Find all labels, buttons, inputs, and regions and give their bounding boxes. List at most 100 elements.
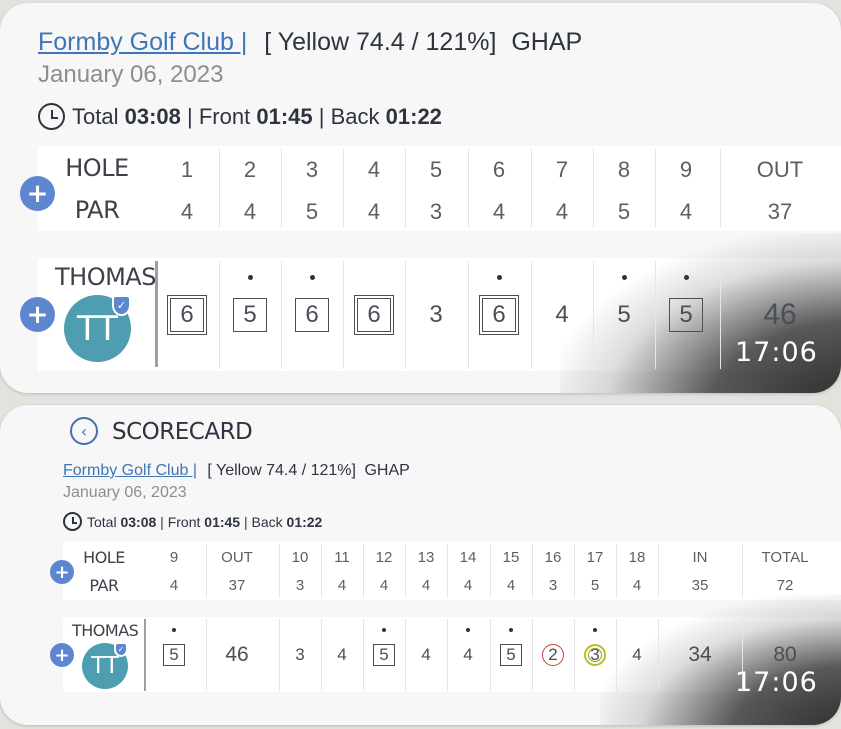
hole-number: 10: [291, 548, 309, 566]
hole-score[interactable]: 4: [626, 644, 648, 666]
hole-par: 4: [379, 576, 389, 594]
column-divider: [655, 261, 656, 369]
hole-score[interactable]: 3: [289, 644, 311, 666]
ghap-label-small: GHAP: [364, 462, 410, 479]
column-divider: [531, 261, 532, 369]
hole-score[interactable]: 4: [457, 644, 479, 666]
course-link-small[interactable]: Formby Golf Club |: [63, 462, 197, 479]
column-divider: [593, 261, 594, 369]
hole-score[interactable]: 5: [500, 644, 522, 666]
hole-par: 4: [506, 576, 516, 594]
column-divider: [321, 619, 322, 691]
hole-par: 3: [548, 576, 558, 594]
front-label: Front: [167, 513, 201, 530]
round-date-small: January 06, 2023: [63, 484, 187, 501]
total-score[interactable]: 46: [763, 298, 797, 332]
hole-score[interactable]: 5: [373, 644, 395, 666]
hole-score[interactable]: 6: [295, 298, 329, 332]
hole-score[interactable]: 3: [584, 644, 606, 666]
hole-score[interactable]: 6: [354, 295, 394, 335]
column-divider: [655, 148, 656, 228]
hole-number: IN: [692, 548, 708, 566]
column-divider: [447, 619, 448, 691]
hole-par: 4: [632, 576, 642, 594]
hole-number: 13: [417, 548, 435, 566]
hole-par: 4: [492, 199, 506, 224]
column-divider: [742, 544, 743, 598]
hole-number: 16: [544, 548, 562, 566]
add-hole-button[interactable]: +: [20, 176, 55, 211]
hole-score[interactable]: 5: [163, 644, 185, 666]
stroke-dot: [496, 275, 502, 280]
round-date: January 06, 2023: [38, 61, 224, 88]
column-divider: [490, 619, 491, 691]
stroke-dot: [247, 275, 253, 280]
total-label: Total: [87, 513, 117, 530]
clock-icon: [38, 103, 65, 130]
column-divider: [343, 148, 344, 228]
hole-score[interactable]: 5: [607, 298, 641, 332]
stroke-dot: [593, 628, 597, 632]
hole-score[interactable]: 2: [542, 644, 564, 666]
hole-number: 7: [555, 157, 569, 182]
round-times: Total 03:08 | Front 01:45 | Back 01:22: [38, 103, 442, 130]
hole-par: 37: [767, 199, 793, 224]
hole-number: 2: [243, 157, 257, 182]
add-player-button[interactable]: +: [50, 643, 74, 667]
column-divider: [531, 148, 532, 228]
ghap-label: GHAP: [511, 28, 583, 56]
column-divider: [279, 619, 280, 691]
column-divider: [206, 544, 207, 598]
course-link[interactable]: Formby Golf Club |: [38, 28, 247, 56]
hole-score[interactable]: 5: [233, 298, 267, 332]
timestamp-overlay: 17:06: [735, 337, 818, 368]
hole-score[interactable]: 4: [545, 298, 579, 332]
column-divider: [279, 544, 280, 598]
hole-par: 35: [691, 576, 709, 594]
column-divider: [219, 148, 220, 228]
hole-score[interactable]: 3: [419, 298, 453, 332]
front-time: 01:45: [256, 103, 313, 129]
round-times-small: Total 03:08 | Front 01:45 | Back 01:22: [63, 512, 322, 531]
total-score[interactable]: 34: [688, 643, 711, 666]
column-divider: [532, 544, 533, 598]
total-time: 03:08: [120, 513, 157, 530]
stroke-dot: [172, 628, 176, 632]
total-score[interactable]: 80: [773, 643, 796, 666]
hole-number: 5: [429, 157, 443, 182]
back-time: 01:22: [385, 103, 442, 129]
back-time: 01:22: [286, 513, 323, 530]
separator: |: [160, 513, 164, 530]
hole-number: 14: [459, 548, 477, 566]
scorecard-front-screenshot: Formby Golf Club | [ Yellow 74.4 / 121%]…: [0, 3, 841, 393]
hole-label: HOLE: [83, 547, 125, 567]
front-label: Front: [198, 103, 251, 129]
add-hole-button[interactable]: +: [50, 560, 74, 584]
clock-icon: [63, 512, 82, 531]
column-divider: [532, 619, 533, 691]
column-divider: [658, 544, 659, 598]
total-time: 03:08: [124, 103, 181, 129]
hole-score[interactable]: 4: [331, 644, 353, 666]
total-score[interactable]: 46: [225, 643, 248, 666]
column-divider: [593, 148, 594, 228]
par-label: PAR: [89, 575, 119, 595]
column-divider: [658, 619, 659, 691]
hole-score[interactable]: 4: [415, 644, 437, 666]
front-time: 01:45: [204, 513, 241, 530]
column-divider: [742, 619, 743, 691]
hole-score[interactable]: 6: [167, 295, 207, 335]
total-label: Total: [72, 103, 119, 129]
hole-par: 4: [463, 576, 473, 594]
back-chevron-icon[interactable]: ‹: [70, 417, 98, 445]
hole-score[interactable]: 5: [669, 298, 703, 332]
hole-score[interactable]: 6: [479, 295, 519, 335]
column-divider: [321, 544, 322, 598]
column-divider: [447, 544, 448, 598]
hole-par: 4: [421, 576, 431, 594]
verified-badge-icon: ✓: [114, 642, 128, 657]
hole-par: 5: [617, 199, 631, 224]
hole-par: 4: [180, 199, 194, 224]
separator: |: [243, 513, 248, 530]
add-player-button[interactable]: +: [20, 297, 55, 332]
